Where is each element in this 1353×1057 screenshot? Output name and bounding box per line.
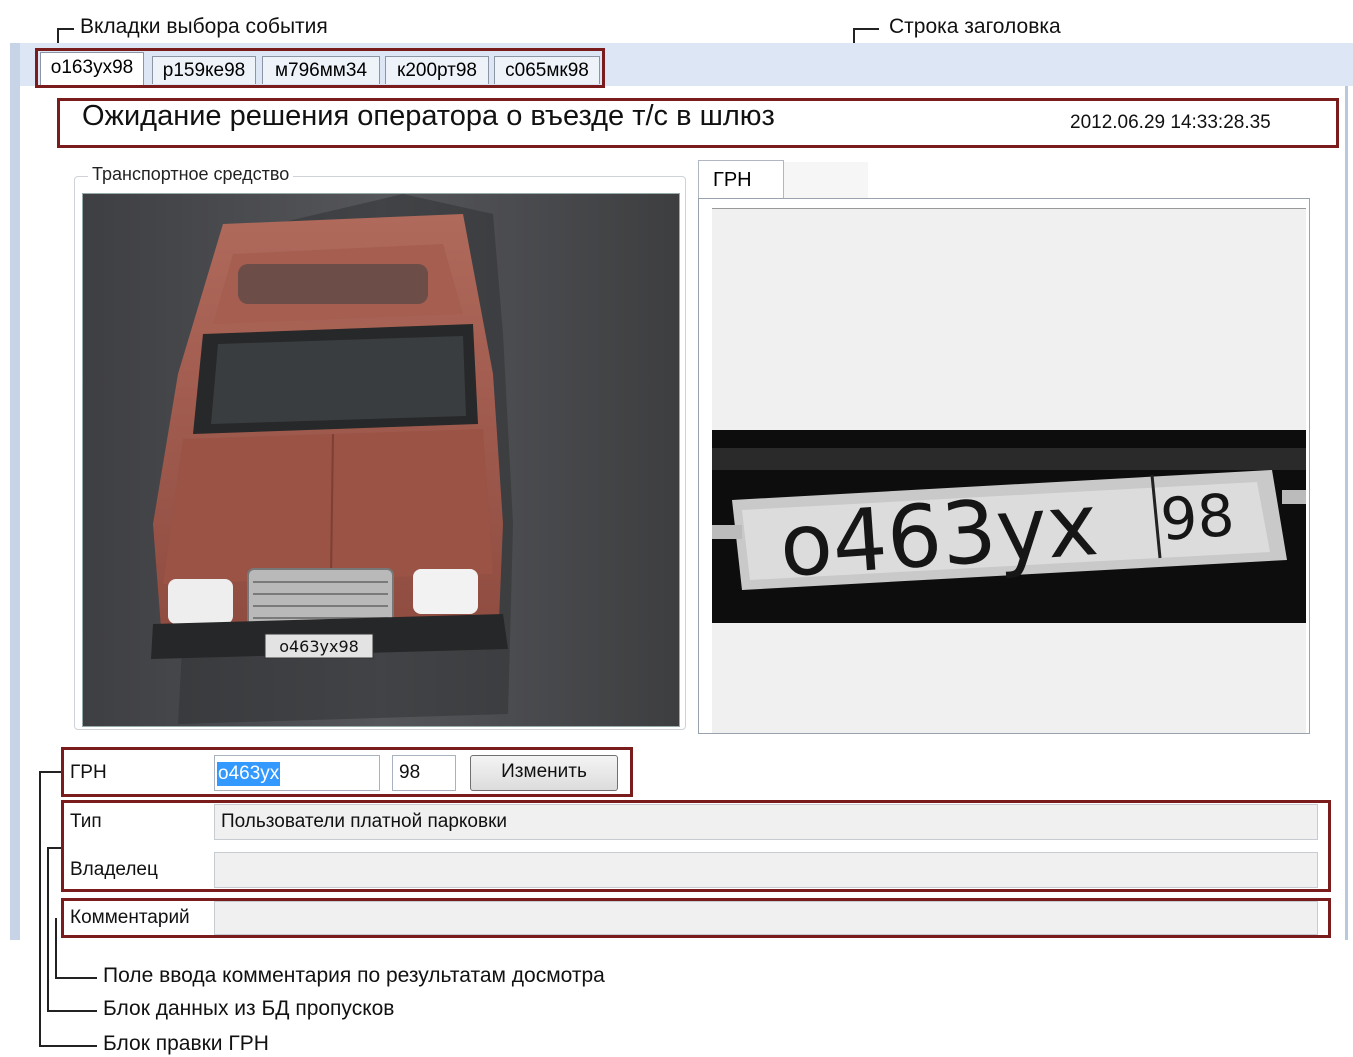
vehicle-groupbox-legend: Транспортное средство xyxy=(88,164,294,185)
plate-edit-callout-vline xyxy=(39,771,41,1046)
plate-crop-image: o463yx 98 xyxy=(712,430,1306,623)
plate-edit-callout-text: Блок правки ГРН xyxy=(103,1032,269,1055)
svg-text:98: 98 xyxy=(1158,481,1236,554)
tabs-callout-hline xyxy=(57,28,74,30)
comment-callout-hline xyxy=(55,977,97,979)
plate-edit-callout-hline xyxy=(39,1045,97,1047)
title-highlight-box xyxy=(57,98,1339,148)
db-callout-vline xyxy=(47,847,49,1011)
plate-edit-highlight-box xyxy=(61,747,633,797)
plate-tab[interactable]: ГРН xyxy=(698,160,784,200)
plate-edit-callout-hook xyxy=(39,771,61,773)
comment-callout-text: Поле ввода комментария по результатам до… xyxy=(103,964,605,987)
vehicle-photo: o463yx98 xyxy=(82,193,680,727)
db-callout-text: Блок данных из БД пропусков xyxy=(103,997,395,1020)
title-callout-hline xyxy=(853,28,879,30)
svg-text:o463yx98: o463yx98 xyxy=(279,637,359,656)
window-right-edge xyxy=(1345,86,1348,940)
db-callout-hline xyxy=(47,1010,97,1012)
tabs-callout-text: Вкладки выбора события xyxy=(80,15,328,38)
plate-image: o463yx 98 xyxy=(712,430,1306,623)
db-callout-hook xyxy=(47,847,61,849)
tabs-highlight-box xyxy=(35,48,605,88)
comment-highlight-box xyxy=(61,898,1331,938)
comment-callout-vline xyxy=(55,918,57,978)
title-callout-text: Строка заголовка xyxy=(889,15,1061,38)
db-highlight-box xyxy=(61,800,1331,892)
window-left-edge xyxy=(10,43,20,940)
plate-tab-strip xyxy=(784,162,868,198)
car-image: o463yx98 xyxy=(83,194,679,726)
